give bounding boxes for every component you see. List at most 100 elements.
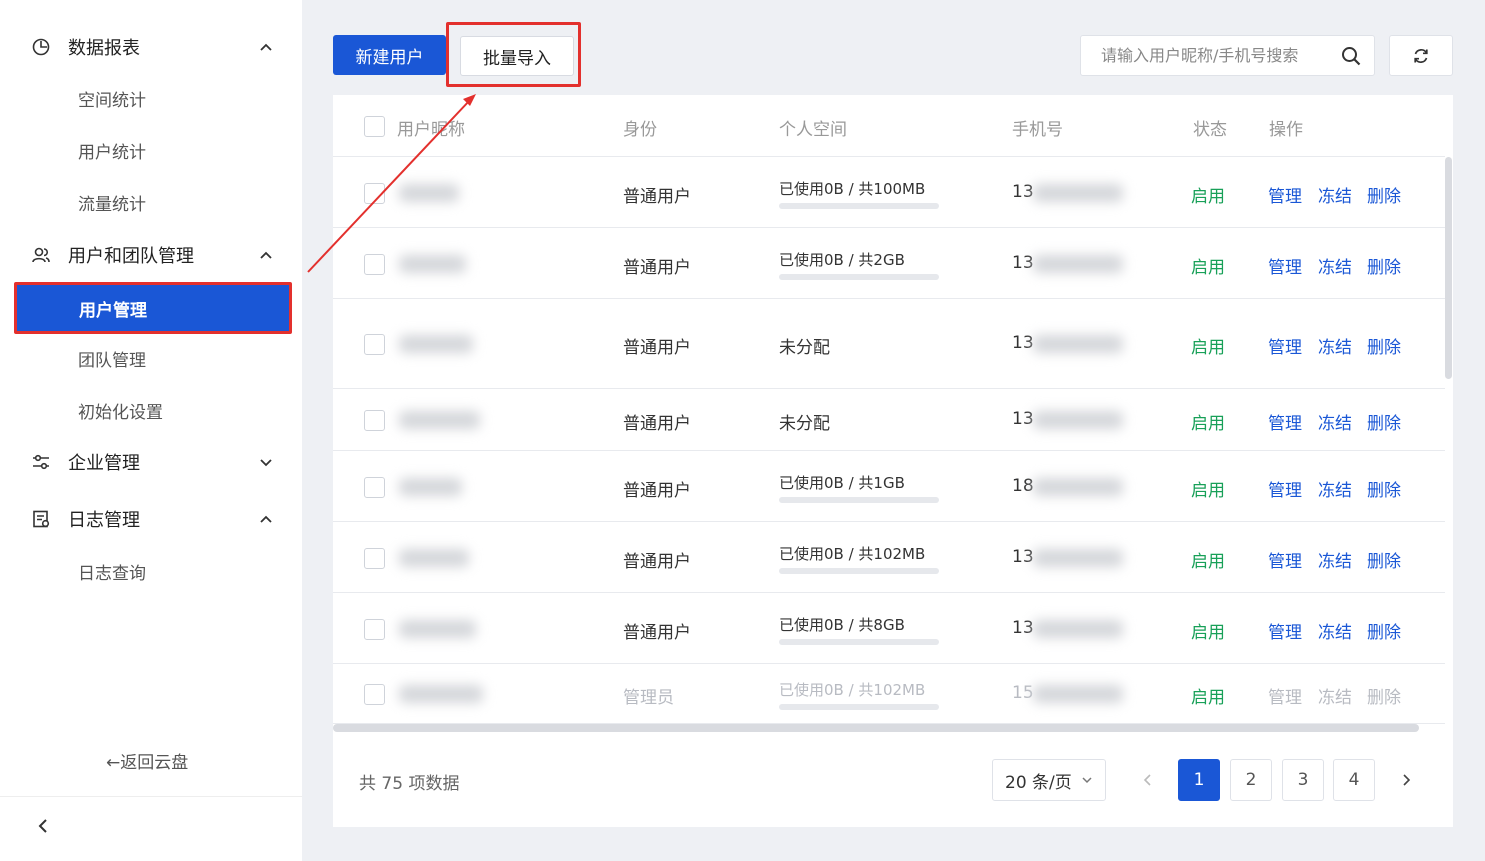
sidebar-group-label: 数据报表 xyxy=(68,38,140,59)
sidebar-item-user-management[interactable]: 用户管理 xyxy=(14,282,292,334)
row-checkbox[interactable] xyxy=(364,334,385,355)
sidebar-item-log-query[interactable]: 日志查询 xyxy=(78,553,146,589)
freeze-link[interactable]: 冻结 xyxy=(1318,547,1352,572)
row-checkbox[interactable] xyxy=(364,410,385,431)
page-4-button[interactable]: 4 xyxy=(1333,759,1375,801)
blurred-phone xyxy=(1033,254,1123,273)
row-checkbox[interactable] xyxy=(364,618,385,640)
freeze-link[interactable]: 冻结 xyxy=(1318,618,1352,643)
blurred-nickname xyxy=(399,183,459,202)
status-badge: 启用 xyxy=(1191,186,1225,207)
phone-prefix: 18 xyxy=(1012,475,1034,496)
page-1-button[interactable]: 1 xyxy=(1178,759,1220,801)
blurred-nickname xyxy=(399,335,473,353)
storage-progress-bar xyxy=(779,202,939,209)
storage-progress-bar xyxy=(779,704,939,710)
vertical-scrollbar[interactable] xyxy=(1445,157,1452,379)
manage-link[interactable]: 管理 xyxy=(1268,476,1302,501)
freeze-link[interactable]: 冻结 xyxy=(1318,182,1352,207)
freeze-link[interactable]: 冻结 xyxy=(1318,253,1352,278)
horizontal-scrollbar[interactable] xyxy=(333,724,1419,732)
delete-link[interactable]: 删除 xyxy=(1367,618,1401,643)
delete-link[interactable]: 删除 xyxy=(1367,409,1401,434)
delete-link[interactable]: 删除 xyxy=(1367,476,1401,501)
back-to-cloud-link[interactable]: ←返回云盘 xyxy=(106,748,188,773)
delete-link[interactable]: 删除 xyxy=(1367,547,1401,572)
prev-page-icon[interactable] xyxy=(1139,771,1157,789)
blurred-phone xyxy=(1033,335,1123,353)
search-input[interactable] xyxy=(1101,46,1331,65)
page-2-button[interactable]: 2 xyxy=(1230,759,1272,801)
sidebar: 数据报表 空间统计 用户统计 流量统计 用户和团队管理 用户管理 团队管理 初始… xyxy=(0,0,302,861)
blurred-nickname xyxy=(399,477,462,496)
blurred-phone xyxy=(1033,685,1123,703)
table-row: 普通用户 已使用0B / 共2GB 13 启用 管理 冻结 删除 xyxy=(333,228,1445,299)
delete-link[interactable]: 删除 xyxy=(1367,253,1401,278)
delete-link[interactable]: 删除 xyxy=(1367,333,1401,358)
sidebar-item-space-stats[interactable]: 空间统计 xyxy=(78,80,146,116)
phone-prefix: 13 xyxy=(1012,252,1034,273)
next-page-icon[interactable] xyxy=(1397,771,1415,789)
batch-import-button[interactable]: 批量导入 xyxy=(460,36,574,76)
role-cell: 普通用户 xyxy=(623,414,691,434)
status-badge: 启用 xyxy=(1191,688,1225,708)
sidebar-item-team-management[interactable]: 团队管理 xyxy=(78,340,146,376)
table-row: 管理员 已使用0B / 共102MB 15 启用 管理 冻结 删除 xyxy=(333,664,1445,724)
refresh-button[interactable] xyxy=(1389,35,1453,76)
sidebar-group-label: 日志管理 xyxy=(68,510,140,531)
header-actions: 操作 xyxy=(1269,120,1303,140)
sidebar-item-traffic-stats[interactable]: 流量统计 xyxy=(78,184,146,220)
space-cell: 未分配 xyxy=(779,338,830,358)
freeze-link[interactable]: 冻结 xyxy=(1318,683,1352,708)
manage-link[interactable]: 管理 xyxy=(1268,333,1302,358)
log-document-icon xyxy=(30,508,52,530)
sidebar-group-reports[interactable]: 数据报表 xyxy=(30,27,282,67)
freeze-link[interactable]: 冻结 xyxy=(1318,409,1352,434)
phone-prefix: 15 xyxy=(1012,683,1034,703)
freeze-link[interactable]: 冻结 xyxy=(1318,333,1352,358)
space-cell: 已使用0B / 共102MB xyxy=(779,544,926,563)
header-role: 身份 xyxy=(623,120,657,140)
select-all-checkbox[interactable] xyxy=(364,116,385,137)
row-checkbox[interactable] xyxy=(364,253,385,275)
page-3-button[interactable]: 3 xyxy=(1282,759,1324,801)
page-size-select[interactable]: 20 条/页 xyxy=(992,759,1106,801)
blurred-phone xyxy=(1033,477,1123,496)
manage-link[interactable]: 管理 xyxy=(1268,618,1302,643)
role-cell: 普通用户 xyxy=(623,622,691,643)
row-checkbox[interactable] xyxy=(364,476,385,498)
status-badge: 启用 xyxy=(1191,622,1225,643)
sidebar-group-logs[interactable]: 日志管理 xyxy=(30,499,282,539)
blurred-phone xyxy=(1033,548,1123,567)
new-user-button[interactable]: 新建用户 xyxy=(333,35,446,75)
sidebar-item-user-stats[interactable]: 用户统计 xyxy=(78,132,146,168)
row-checkbox[interactable] xyxy=(364,547,385,569)
row-checkbox[interactable] xyxy=(364,684,385,705)
space-cell: 已使用0B / 共102MB xyxy=(779,681,926,699)
freeze-link[interactable]: 冻结 xyxy=(1318,476,1352,501)
space-cell: 已使用0B / 共100MB xyxy=(779,179,926,198)
blurred-nickname xyxy=(399,254,466,273)
delete-link[interactable]: 删除 xyxy=(1367,683,1401,708)
header-status: 状态 xyxy=(1193,120,1227,140)
search-icon[interactable] xyxy=(1340,45,1362,67)
row-checkbox[interactable] xyxy=(364,182,385,204)
delete-link[interactable]: 删除 xyxy=(1367,182,1401,207)
sidebar-divider xyxy=(0,796,302,797)
sidebar-group-users-teams[interactable]: 用户和团队管理 xyxy=(30,235,282,275)
manage-link[interactable]: 管理 xyxy=(1268,409,1302,434)
chevron-up-icon xyxy=(260,251,272,259)
sidebar-group-enterprise[interactable]: 企业管理 xyxy=(30,442,282,482)
phone-prefix: 13 xyxy=(1012,546,1034,567)
sidebar-item-init-settings[interactable]: 初始化设置 xyxy=(78,392,163,428)
manage-link[interactable]: 管理 xyxy=(1268,683,1302,708)
table-row: 普通用户 未分配 13 启用 管理 冻结 删除 xyxy=(333,389,1445,451)
manage-link[interactable]: 管理 xyxy=(1268,253,1302,278)
collapse-sidebar-icon[interactable] xyxy=(34,816,54,836)
chevron-down-icon xyxy=(260,459,272,467)
manage-link[interactable]: 管理 xyxy=(1268,547,1302,572)
storage-progress-bar xyxy=(779,638,939,645)
manage-link[interactable]: 管理 xyxy=(1268,182,1302,207)
header-nickname: 用户昵称 xyxy=(397,120,465,140)
role-cell: 管理员 xyxy=(623,688,674,708)
